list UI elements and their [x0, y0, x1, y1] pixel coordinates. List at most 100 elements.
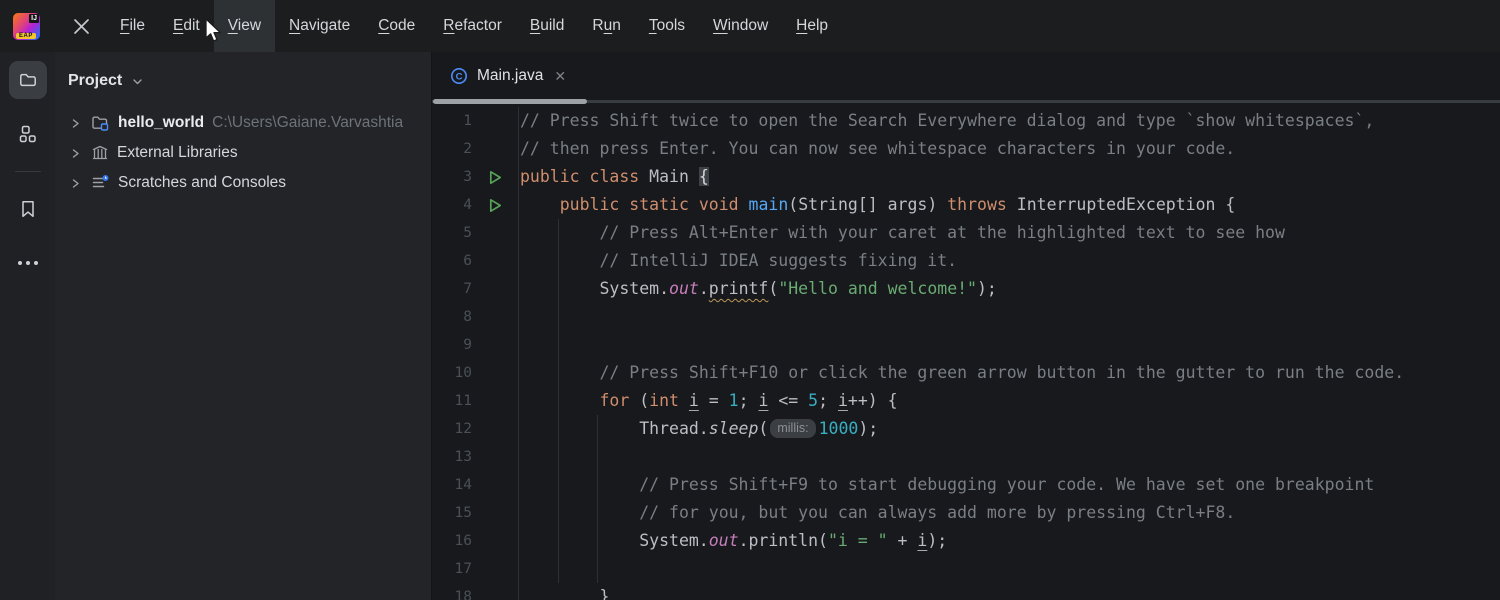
- horizontal-scrollbar-thumb[interactable]: [433, 99, 587, 104]
- menu-item-refactor[interactable]: Refactor: [429, 0, 516, 52]
- line-number: 11: [432, 387, 472, 415]
- code-text: Thread.sleep(millis:1000);: [518, 415, 1500, 443]
- code-line: 15 // for you, but you can always add mo…: [432, 499, 1500, 527]
- code-text: // for you, but you can always add more …: [518, 499, 1500, 527]
- module-folder-icon: [91, 114, 110, 132]
- code-text: // IntelliJ IDEA suggests fixing it.: [518, 247, 1500, 275]
- line-number: 16: [432, 527, 472, 555]
- tree-item-label: Scratches and Consoles: [118, 174, 286, 192]
- code-text: [518, 443, 1500, 471]
- tree-item-scratches-and-consoles[interactable]: Scratches and Consoles: [55, 168, 431, 198]
- menu-item-tools[interactable]: Tools: [635, 0, 699, 52]
- inlay-hint: millis:: [770, 419, 815, 438]
- code-text: [518, 303, 1500, 331]
- line-number: 3: [432, 163, 472, 191]
- code-line: 8: [432, 303, 1500, 331]
- code-line: 4 public static void main(String[] args)…: [432, 191, 1500, 219]
- gutter: [472, 135, 518, 163]
- gutter: [472, 303, 518, 331]
- code-text: [518, 331, 1500, 359]
- gutter: [472, 331, 518, 359]
- ide-window: IJ EAP FileEditViewNavigateCodeRefactorB…: [0, 0, 1500, 600]
- svg-text:C: C: [456, 72, 463, 83]
- menu-item-window[interactable]: Window: [699, 0, 782, 52]
- bookmarks-icon: [19, 199, 37, 219]
- code-text: // then press Enter. You can now see whi…: [518, 135, 1500, 163]
- indent-guide: [558, 219, 559, 583]
- gutter: [472, 191, 518, 219]
- code-line: 18 }: [432, 583, 1500, 600]
- close-icon[interactable]: [69, 14, 93, 38]
- line-number: 14: [432, 471, 472, 499]
- more-icon: [17, 260, 39, 266]
- horizontal-scrollbar-track: [432, 100, 1500, 103]
- gutter: [472, 387, 518, 415]
- tree-item-external-libraries[interactable]: External Libraries: [55, 138, 431, 168]
- tree-item-hello-world[interactable]: hello_worldC:\Users\Gaiane.Varvashtia: [55, 108, 431, 138]
- tool-window-stripe: [0, 52, 55, 600]
- run-button[interactable]: [489, 198, 502, 213]
- menu-item-help[interactable]: Help: [782, 0, 842, 52]
- project-folder-button[interactable]: [9, 61, 47, 99]
- code-text: // Press Shift+F10 or click the green ar…: [518, 359, 1500, 387]
- code-text: public class Main {: [518, 163, 1500, 191]
- gutter: [472, 583, 518, 600]
- editor-tab-bar: C Main.java ✕: [432, 52, 1500, 100]
- menu-item-code[interactable]: Code: [364, 0, 429, 52]
- gutter: [472, 219, 518, 247]
- menu-item-edit[interactable]: Edit: [159, 0, 214, 52]
- gutter: [472, 359, 518, 387]
- chevron-right-icon[interactable]: [70, 178, 82, 189]
- more-button[interactable]: [9, 244, 47, 282]
- code-text: System.out.println("i = " + i);: [518, 527, 1500, 555]
- gutter: [472, 527, 518, 555]
- code-editor[interactable]: 1// Press Shift twice to open the Search…: [432, 104, 1500, 600]
- code-text: }: [518, 583, 1500, 600]
- line-number: 2: [432, 135, 472, 163]
- menu-item-view[interactable]: View: [214, 0, 275, 52]
- gutter: [472, 471, 518, 499]
- project-tree: hello_worldC:\Users\Gaiane.VarvashtiaExt…: [55, 100, 431, 198]
- menu-item-file[interactable]: File: [106, 0, 159, 52]
- gutter: [472, 107, 518, 135]
- code-line: 16 System.out.println("i = " + i);: [432, 527, 1500, 555]
- line-number: 15: [432, 499, 472, 527]
- code-text: // Press Shift+F9 to start debugging you…: [518, 471, 1500, 499]
- code-line: 1// Press Shift twice to open the Search…: [432, 107, 1500, 135]
- code-line: 5 // Press Alt+Enter with your caret at …: [432, 219, 1500, 247]
- chevron-right-icon[interactable]: [70, 118, 82, 129]
- line-number: 10: [432, 359, 472, 387]
- java-class-icon: C: [450, 67, 468, 85]
- tree-item-path: C:\Users\Gaiane.Varvashtia: [212, 114, 403, 132]
- run-button[interactable]: [489, 170, 502, 185]
- menu-bar: IJ EAP FileEditViewNavigateCodeRefactorB…: [0, 0, 1500, 52]
- chevron-right-icon[interactable]: [70, 148, 82, 159]
- bookmarks-button[interactable]: [9, 190, 47, 228]
- menu-item-navigate[interactable]: Navigate: [275, 0, 364, 52]
- editor-area: C Main.java ✕ 1// Press Shift twice to o…: [432, 52, 1500, 600]
- project-panel-header[interactable]: Project: [55, 62, 431, 100]
- gutter: [472, 499, 518, 527]
- menu-item-build[interactable]: Build: [516, 0, 578, 52]
- code-line: 13: [432, 443, 1500, 471]
- structure-button[interactable]: [9, 115, 47, 153]
- menu-item-run[interactable]: Run: [578, 0, 634, 52]
- line-number: 17: [432, 555, 472, 583]
- code-text: [518, 555, 1500, 583]
- code-line: 6 // IntelliJ IDEA suggests fixing it.: [432, 247, 1500, 275]
- main-menu: FileEditViewNavigateCodeRefactorBuildRun…: [106, 0, 842, 52]
- tab-close-icon[interactable]: ✕: [554, 69, 566, 83]
- external-libraries-icon: [91, 144, 109, 162]
- line-number: 8: [432, 303, 472, 331]
- project-panel-title: Project: [68, 72, 122, 90]
- structure-icon: [18, 124, 38, 144]
- tab-main-java[interactable]: C Main.java ✕: [438, 52, 578, 100]
- line-number: 7: [432, 275, 472, 303]
- gutter: [472, 275, 518, 303]
- gutter: [472, 443, 518, 471]
- code-line: 7 System.out.printf("Hello and welcome!"…: [432, 275, 1500, 303]
- code-line: 2 // then press Enter. You can now see wh…: [432, 135, 1500, 163]
- line-number: 6: [432, 247, 472, 275]
- code-line: 14 // Press Shift+F9 to start debugging …: [432, 471, 1500, 499]
- indent-guide: [597, 415, 598, 583]
